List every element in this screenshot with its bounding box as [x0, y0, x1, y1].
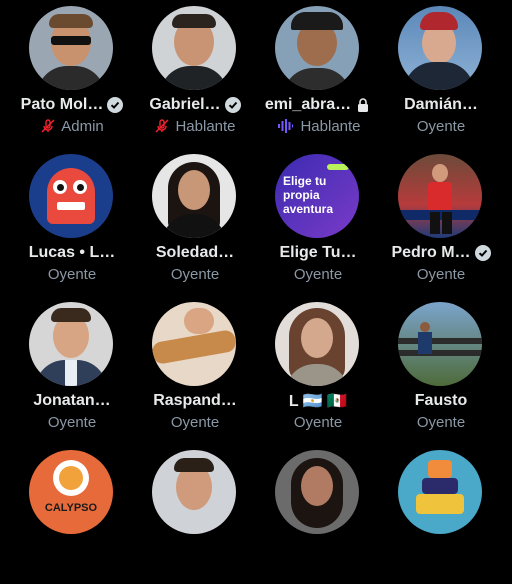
role-row: Oyente [377, 116, 505, 136]
name-row: Soledad… [131, 242, 259, 264]
role-row: Oyente [377, 264, 505, 284]
avatar[interactable]: CALYPSO [29, 450, 113, 534]
participant-name: Elige Tu… [279, 244, 357, 261]
participant-name: Lucas • L… [28, 244, 116, 261]
participant-name: Pedro M… [391, 244, 471, 261]
role-row: Oyente [254, 264, 382, 284]
name-row: Gabriel… [131, 94, 259, 116]
avatar[interactable] [398, 450, 482, 534]
avatar[interactable] [398, 154, 482, 238]
participant-role: Oyente [416, 265, 466, 283]
participants-grid: Pato Mol… Admin Gabriel… Hablante emi_ab… [0, 0, 512, 534]
participant-name: emi_abra… [264, 96, 352, 113]
role-row: Oyente [131, 412, 259, 432]
participant-role: Hablante [300, 117, 361, 135]
lock-icon [358, 98, 369, 112]
role-row: Oyente [377, 412, 505, 432]
participant-card[interactable]: Fausto Oyente [377, 296, 501, 436]
participant-card[interactable]: Raspand… Oyente [131, 296, 255, 436]
avatar[interactable] [398, 302, 482, 386]
participant-role: Oyente [293, 413, 343, 431]
participant-card[interactable]: L 🇦🇷 🇲🇽 Oyente [254, 296, 378, 436]
role-row: Oyente [254, 412, 382, 432]
participant-role: Oyente [293, 265, 343, 283]
participant-name: Pato Mol… [20, 96, 104, 113]
name-row: Pato Mol… [8, 94, 136, 116]
role-row: Hablante [254, 116, 382, 136]
participant-card[interactable]: Pato Mol… Admin [8, 0, 132, 140]
muted-mic-icon [155, 119, 169, 133]
participant-name: Jonatan… [33, 392, 111, 409]
role-row: Admin [8, 116, 136, 136]
participant-card[interactable]: Jonatan… Oyente [8, 296, 132, 436]
participant-card[interactable]: Elige tu propia aventura Elige Tu… Oyent… [254, 148, 378, 288]
muted-mic-icon [41, 119, 55, 133]
name-row: Raspand… [131, 390, 259, 412]
avatar[interactable] [275, 302, 359, 386]
participant-card[interactable]: CALYPSO [8, 444, 132, 584]
participant-role: Oyente [47, 413, 97, 431]
participant-role: Oyente [170, 265, 220, 283]
name-row: Damián… [377, 94, 505, 116]
name-row: L 🇦🇷 🇲🇽 [254, 390, 382, 412]
participant-card[interactable]: Damián… Oyente [377, 0, 501, 140]
speaking-waveform-icon [278, 119, 294, 133]
participant-card[interactable]: Pedro M… Oyente [377, 148, 501, 288]
avatar[interactable] [275, 6, 359, 90]
avatar[interactable] [29, 154, 113, 238]
avatar[interactable] [398, 6, 482, 90]
verified-badge-icon [224, 97, 241, 113]
role-row: Oyente [8, 412, 136, 432]
name-row: Lucas • L… [8, 242, 136, 264]
participant-name: Raspand… [153, 392, 237, 409]
avatar[interactable] [29, 302, 113, 386]
avatar[interactable]: Elige tu propia aventura [275, 154, 359, 238]
avatar[interactable] [275, 450, 359, 534]
participant-card[interactable] [377, 444, 501, 584]
avatar[interactable] [152, 6, 236, 90]
avatar[interactable] [29, 6, 113, 90]
role-row: Hablante [131, 116, 259, 136]
name-row: Elige Tu… [254, 242, 382, 264]
name-row: emi_abra… [254, 94, 382, 116]
participant-name: Gabriel… [149, 96, 221, 113]
participant-role: Oyente [416, 117, 466, 135]
participant-card[interactable] [254, 444, 378, 584]
participant-name: Fausto [414, 392, 468, 409]
participant-role: Oyente [47, 265, 97, 283]
avatar-text: CALYPSO [44, 502, 98, 514]
name-row: Pedro M… [377, 242, 505, 264]
avatar[interactable] [152, 450, 236, 534]
name-row: Jonatan… [8, 390, 136, 412]
participant-card[interactable]: emi_abra… Hablante [254, 0, 378, 140]
avatar-text: Elige tu propia aventura [283, 174, 334, 216]
participant-name: L 🇦🇷 🇲🇽 [288, 393, 348, 410]
participant-card[interactable]: Gabriel… Hablante [131, 0, 255, 140]
participant-name: Soledad… [155, 244, 235, 261]
role-row: Oyente [131, 264, 259, 284]
name-row: Fausto [377, 390, 505, 412]
avatar[interactable] [152, 154, 236, 238]
participant-name: Damián… [404, 96, 478, 113]
participant-card[interactable] [131, 444, 255, 584]
participant-card[interactable]: Lucas • L… Oyente [8, 148, 132, 288]
role-row: Oyente [8, 264, 136, 284]
participant-role: Hablante [175, 117, 236, 135]
participant-role: Oyente [416, 413, 466, 431]
participant-card[interactable]: Soledad… Oyente [131, 148, 255, 288]
avatar[interactable] [152, 302, 236, 386]
verified-badge-icon [474, 245, 491, 261]
verified-badge-icon [107, 97, 124, 113]
participant-role: Admin [61, 117, 104, 135]
participant-role: Oyente [170, 413, 220, 431]
